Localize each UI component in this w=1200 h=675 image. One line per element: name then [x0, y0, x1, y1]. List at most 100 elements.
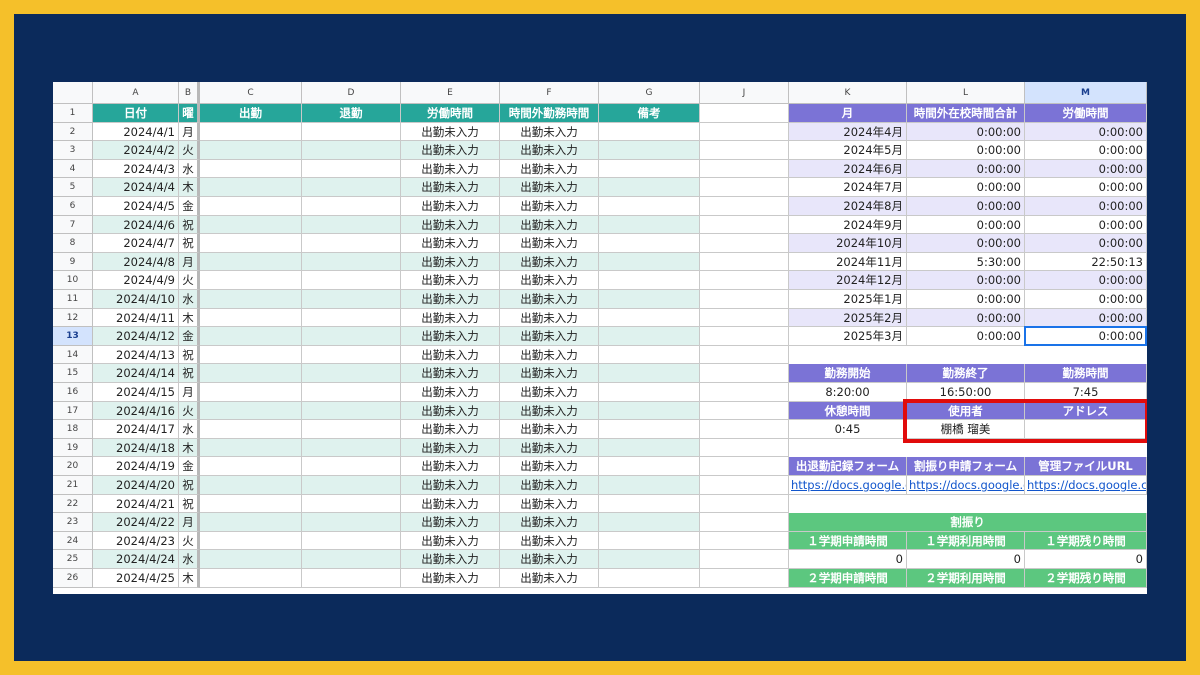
date-cell[interactable]: 2024/4/10 [93, 290, 179, 309]
work-hours-cell[interactable]: 出勤未入力 [401, 271, 500, 290]
overtime-total-cell[interactable]: 0:00:00 [907, 215, 1025, 235]
row-header-21[interactable]: 21 [53, 476, 93, 495]
date-cell[interactable]: 2024/4/9 [93, 271, 179, 290]
overtime-cell[interactable]: 出勤未入力 [500, 159, 599, 179]
clock-out-cell[interactable] [302, 438, 401, 458]
cell-J[interactable] [700, 438, 789, 458]
remarks-cell[interactable] [599, 290, 700, 309]
clock-out-cell[interactable] [302, 383, 401, 402]
overtime-total-cell[interactable]: 0:00:00 [907, 141, 1025, 160]
month-cell[interactable]: 2024年8月 [789, 197, 907, 216]
overtime-total-cell[interactable]: 0:00:00 [907, 122, 1025, 142]
overtime-cell[interactable]: 出勤未入力 [500, 345, 599, 365]
month-cell[interactable]: 2024年4月 [789, 122, 907, 142]
row-header-7[interactable]: 7 [53, 215, 93, 235]
cell-J[interactable] [700, 383, 789, 402]
cell-J[interactable] [700, 513, 789, 532]
row-header-12[interactable]: 12 [53, 308, 93, 328]
monthly-work-cell[interactable]: 22:50:13 [1025, 252, 1147, 272]
date-cell[interactable]: 2024/4/3 [93, 159, 179, 179]
monthly-work-cell[interactable]: 0:00:00 [1025, 141, 1147, 160]
row-header-17[interactable]: 17 [53, 401, 93, 421]
clock-out-cell[interactable] [302, 197, 401, 216]
clock-in-cell[interactable] [200, 159, 302, 179]
clock-out-cell[interactable] [302, 364, 401, 383]
work-hours-cell[interactable]: 出勤未入力 [401, 252, 500, 272]
column-header-E[interactable]: E [401, 82, 500, 104]
row-header-15[interactable]: 15 [53, 364, 93, 383]
overtime-cell[interactable]: 出勤未入力 [500, 290, 599, 309]
monthly-work-cell[interactable]: 0:00:00 [1025, 308, 1147, 328]
work-hours-cell[interactable]: 出勤未入力 [401, 122, 500, 142]
remarks-cell[interactable] [599, 531, 700, 551]
date-cell[interactable]: 2024/4/7 [93, 234, 179, 253]
work-hours-cell[interactable]: 出勤未入力 [401, 457, 500, 476]
date-cell[interactable]: 2024/4/5 [93, 197, 179, 216]
row-header-5[interactable]: 5 [53, 178, 93, 197]
clock-out-cell[interactable] [302, 215, 401, 235]
row-header-3[interactable]: 3 [53, 141, 93, 160]
date-cell[interactable]: 2024/4/16 [93, 401, 179, 421]
date-cell[interactable]: 2024/4/21 [93, 494, 179, 514]
cell-J[interactable] [700, 197, 789, 216]
cell-J[interactable] [700, 290, 789, 309]
clock-out-cell[interactable] [302, 531, 401, 551]
work-hours-cell[interactable]: 出勤未入力 [401, 345, 500, 365]
overtime-cell[interactable]: 出勤未入力 [500, 122, 599, 142]
month-cell[interactable]: 2024年12月 [789, 271, 907, 290]
date-cell[interactable]: 2024/4/24 [93, 550, 179, 569]
clock-in-cell[interactable] [200, 327, 302, 346]
clock-in-cell[interactable] [200, 197, 302, 216]
day-cell[interactable]: 祝 [179, 345, 200, 365]
month-cell[interactable]: 2025年3月 [789, 327, 907, 346]
row-header-23[interactable]: 23 [53, 513, 93, 532]
link-cell-2[interactable]: https://docs.google.com [1025, 476, 1147, 495]
day-cell[interactable]: 火 [179, 141, 200, 160]
monthly-work-cell[interactable]: 0:00:00 [1025, 290, 1147, 309]
overtime-cell[interactable]: 出勤未入力 [500, 569, 599, 588]
cell-J[interactable] [700, 252, 789, 272]
cell-J[interactable] [700, 494, 789, 514]
column-header-A[interactable]: A [93, 82, 179, 104]
clock-in-cell[interactable] [200, 476, 302, 495]
overtime-cell[interactable]: 出勤未入力 [500, 364, 599, 383]
overtime-cell[interactable]: 出勤未入力 [500, 420, 599, 439]
monthly-work-cell[interactable]: 0:00:00 [1025, 234, 1147, 253]
remarks-cell[interactable] [599, 383, 700, 402]
remarks-cell[interactable] [599, 420, 700, 439]
row-header-1[interactable]: 1 [53, 104, 93, 123]
row-header-19[interactable]: 19 [53, 438, 93, 458]
cell-J[interactable] [700, 159, 789, 179]
remarks-cell[interactable] [599, 327, 700, 346]
overtime-cell[interactable]: 出勤未入力 [500, 178, 599, 197]
work-hours-cell[interactable]: 出勤未入力 [401, 215, 500, 235]
clock-in-cell[interactable] [200, 569, 302, 588]
month-cell[interactable]: 2024年11月 [789, 252, 907, 272]
month-cell[interactable]: 2024年7月 [789, 178, 907, 197]
monthly-work-cell[interactable]: 0:00:00 [1025, 197, 1147, 216]
overtime-cell[interactable]: 出勤未入力 [500, 531, 599, 551]
clock-in-cell[interactable] [200, 457, 302, 476]
cell-J[interactable] [700, 550, 789, 569]
overtime-total-cell[interactable]: 0:00:00 [907, 197, 1025, 216]
clock-out-cell[interactable] [302, 290, 401, 309]
overtime-cell[interactable]: 出勤未入力 [500, 271, 599, 290]
row-header-18[interactable]: 18 [53, 420, 93, 439]
overtime-total-cell[interactable]: 0:00:00 [907, 159, 1025, 179]
remarks-cell[interactable] [599, 159, 700, 179]
row-header-14[interactable]: 14 [53, 345, 93, 365]
work-hours-cell[interactable]: 出勤未入力 [401, 308, 500, 328]
clock-out-cell[interactable] [302, 308, 401, 328]
day-cell[interactable]: 月 [179, 383, 200, 402]
row-header-24[interactable]: 24 [53, 531, 93, 551]
overtime-cell[interactable]: 出勤未入力 [500, 308, 599, 328]
clock-out-cell[interactable] [302, 159, 401, 179]
row-header-4[interactable]: 4 [53, 159, 93, 179]
cell-J[interactable] [700, 327, 789, 346]
remarks-cell[interactable] [599, 345, 700, 365]
column-header-F[interactable]: F [500, 82, 599, 104]
schedule-value-0[interactable]: 8:20:00 [789, 383, 907, 402]
day-cell[interactable]: 祝 [179, 364, 200, 383]
clock-out-cell[interactable] [302, 401, 401, 421]
column-header-D[interactable]: D [302, 82, 401, 104]
